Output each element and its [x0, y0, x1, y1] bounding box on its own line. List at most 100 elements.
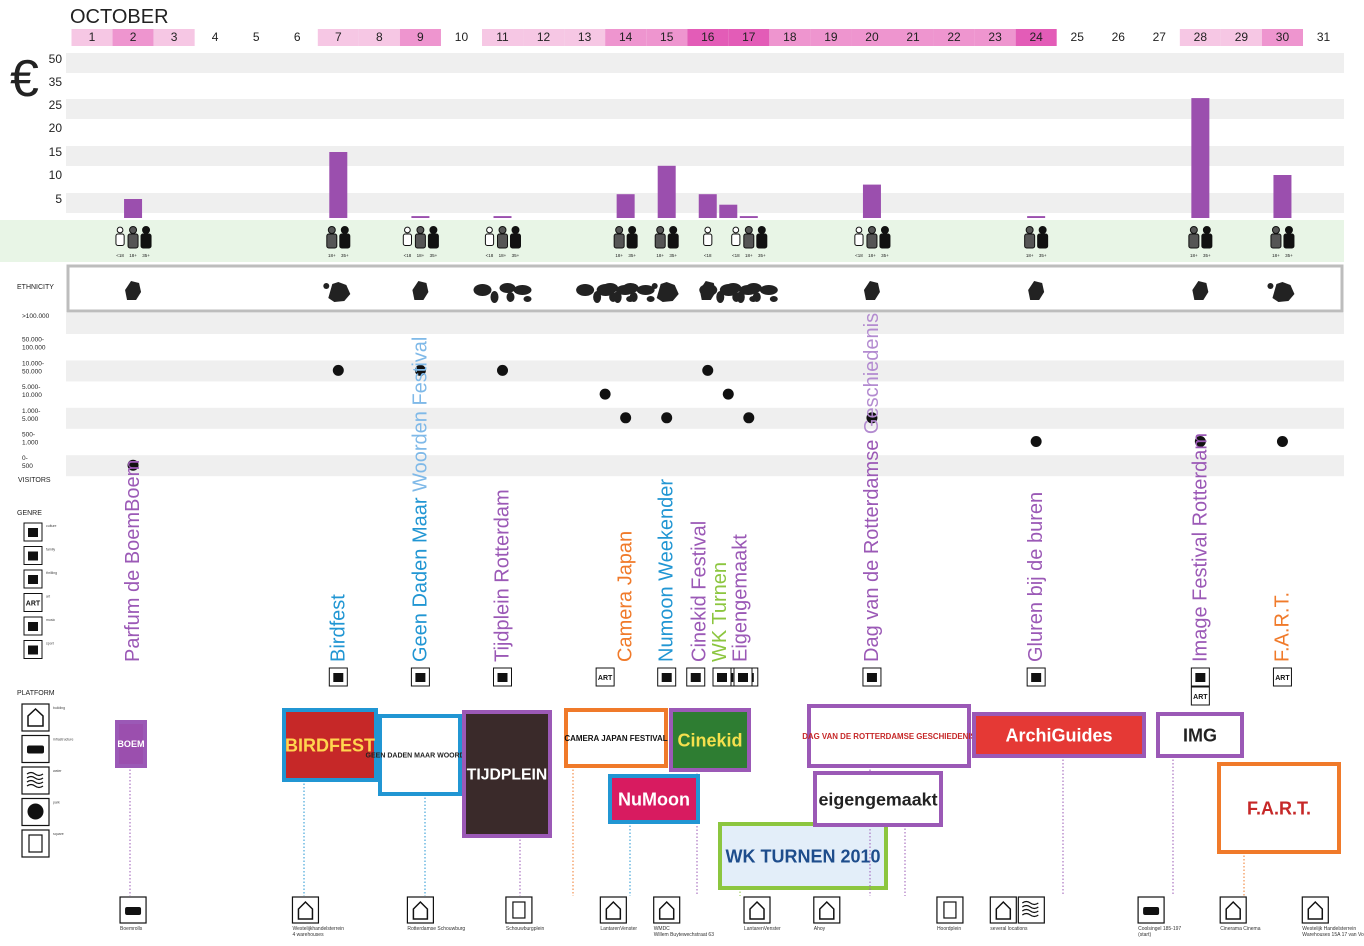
person-body — [626, 233, 638, 249]
ethnicity-row: ETHNICITY — [17, 264, 1344, 313]
visitor-dot — [702, 364, 714, 376]
culture-icon — [493, 667, 512, 687]
visitor-band-label: 500- — [22, 432, 35, 439]
day-label: 26 — [1112, 30, 1126, 44]
event-title: Parfum de BoemBoem — [122, 460, 144, 662]
person-body — [402, 233, 412, 246]
age-label: <18 — [404, 253, 412, 258]
visitor-band-label: >100.000 — [22, 313, 50, 320]
visitor-band-label: 5.000- — [22, 384, 40, 391]
day-label: 9 — [417, 30, 424, 44]
culture-icon — [1026, 667, 1046, 687]
person-head — [1025, 226, 1034, 234]
location-item: Schouwburgplein — [505, 896, 544, 932]
age-label: 35+ — [1039, 253, 1047, 258]
person-head — [498, 226, 507, 234]
day-label: 24 — [1029, 30, 1043, 44]
visitor-dot — [1276, 436, 1288, 447]
visitor-band-label: 50.000- — [22, 337, 44, 344]
age-label: 18+ — [1190, 253, 1198, 258]
age-label: 18+ — [1272, 253, 1280, 258]
price-bar — [862, 184, 881, 218]
axis-labels: €50 35 25 20 15 10 5 >100.000 50.000-100.000 10.0… — [10, 50, 62, 484]
person-body — [484, 233, 495, 246]
genre-legend-label: music — [46, 618, 55, 622]
age-group: <18 18+ 35+ — [731, 226, 768, 258]
person-head — [880, 226, 889, 234]
location-item: Ahoy — [813, 896, 841, 932]
person-head — [1038, 226, 1047, 234]
person-head — [129, 226, 138, 234]
price-tick: 15 — [49, 145, 63, 159]
person-head — [615, 226, 624, 234]
location-item: Westelijkhandelsterrein4 warehouses — [291, 896, 344, 938]
person-body — [1270, 233, 1282, 249]
price-tick: 10 — [49, 168, 63, 182]
age-label: 35+ — [669, 253, 677, 258]
price-band — [66, 99, 1344, 119]
price-tick: 50 — [49, 52, 63, 66]
music-icon — [657, 667, 677, 687]
day-label: 7 — [335, 30, 342, 44]
visitor-band-label: 100.000 — [22, 345, 46, 352]
visitor-band-label: 50.000 — [22, 368, 42, 375]
art-icon-text: ART — [598, 675, 613, 682]
square-icon — [505, 896, 533, 924]
price-tick: 35 — [49, 75, 63, 89]
age-label: <18 — [855, 253, 863, 258]
nl-map-icon — [1192, 281, 1209, 300]
month-title: OCTOBER — [70, 6, 169, 28]
poster-text: BOEM — [117, 739, 144, 749]
day-label: 23 — [988, 30, 1002, 44]
event-title: F.A.R.T. — [1271, 592, 1293, 662]
music-icon — [410, 667, 430, 687]
event-poster: GEEN DADEN MAAR WOORDEN — [366, 714, 475, 796]
age-label: 18+ — [129, 253, 137, 258]
poster-text: eigengemaakt — [818, 789, 937, 809]
location-label: (start) — [1138, 932, 1151, 938]
visitor-band-label: 10.000- — [22, 360, 44, 367]
location-item: Rotterdamse Schouwburg — [406, 896, 465, 932]
age-label: 18+ — [868, 253, 876, 258]
poster-text: GEEN DADEN MAAR WOORDEN — [366, 752, 475, 759]
age-label: 35+ — [142, 253, 150, 258]
person-body — [854, 233, 864, 246]
visitor-dot — [743, 412, 755, 424]
person-head — [628, 226, 637, 234]
event-title: Cinekid Festival — [689, 521, 711, 662]
location-item: LantarenVenster — [599, 896, 637, 932]
person-head — [669, 226, 678, 234]
poster-text: ArchiGuides — [1005, 725, 1112, 745]
visitor-dot — [722, 388, 734, 400]
visitor-band — [66, 455, 1344, 477]
event-title: Gluren bij de buren — [1025, 492, 1047, 662]
person-body — [756, 233, 768, 249]
price-bar — [329, 152, 348, 218]
event-poster: BOEM — [115, 720, 147, 768]
age-label: 35+ — [512, 253, 520, 258]
person-head — [704, 226, 712, 234]
platform-legend-label: square — [53, 832, 64, 836]
thrilling-glyph — [28, 575, 38, 584]
poster-text: F.A.R.T. — [1247, 798, 1311, 818]
location-item: WMDCWillem Buytewechstraat 63 — [653, 896, 714, 938]
sport-glyph — [28, 645, 38, 655]
day-label: 19 — [824, 30, 838, 44]
square-icon — [936, 896, 964, 924]
day-label: 29 — [1235, 30, 1249, 44]
person-head — [116, 226, 124, 234]
location-label: several locations — [990, 926, 1028, 932]
day-label: 31 — [1317, 30, 1331, 44]
poster-text: BIRDFEST — [285, 735, 375, 755]
person-head — [429, 226, 438, 234]
event-poster: TIJDPLEIN — [462, 710, 552, 838]
age-group: <18 18+ 35+ — [402, 226, 439, 258]
event-posters: BOEM BIRDFESTGEEN DADEN MAAR WOORDEN TIJDP… — [115, 704, 1341, 896]
person-head — [1202, 226, 1211, 234]
nl-map-icon — [412, 281, 429, 300]
visitor-band — [66, 407, 1344, 429]
person-head — [486, 226, 493, 234]
location-item: Boemrolls — [119, 896, 147, 932]
person-body — [879, 233, 891, 249]
person-body — [127, 233, 139, 249]
